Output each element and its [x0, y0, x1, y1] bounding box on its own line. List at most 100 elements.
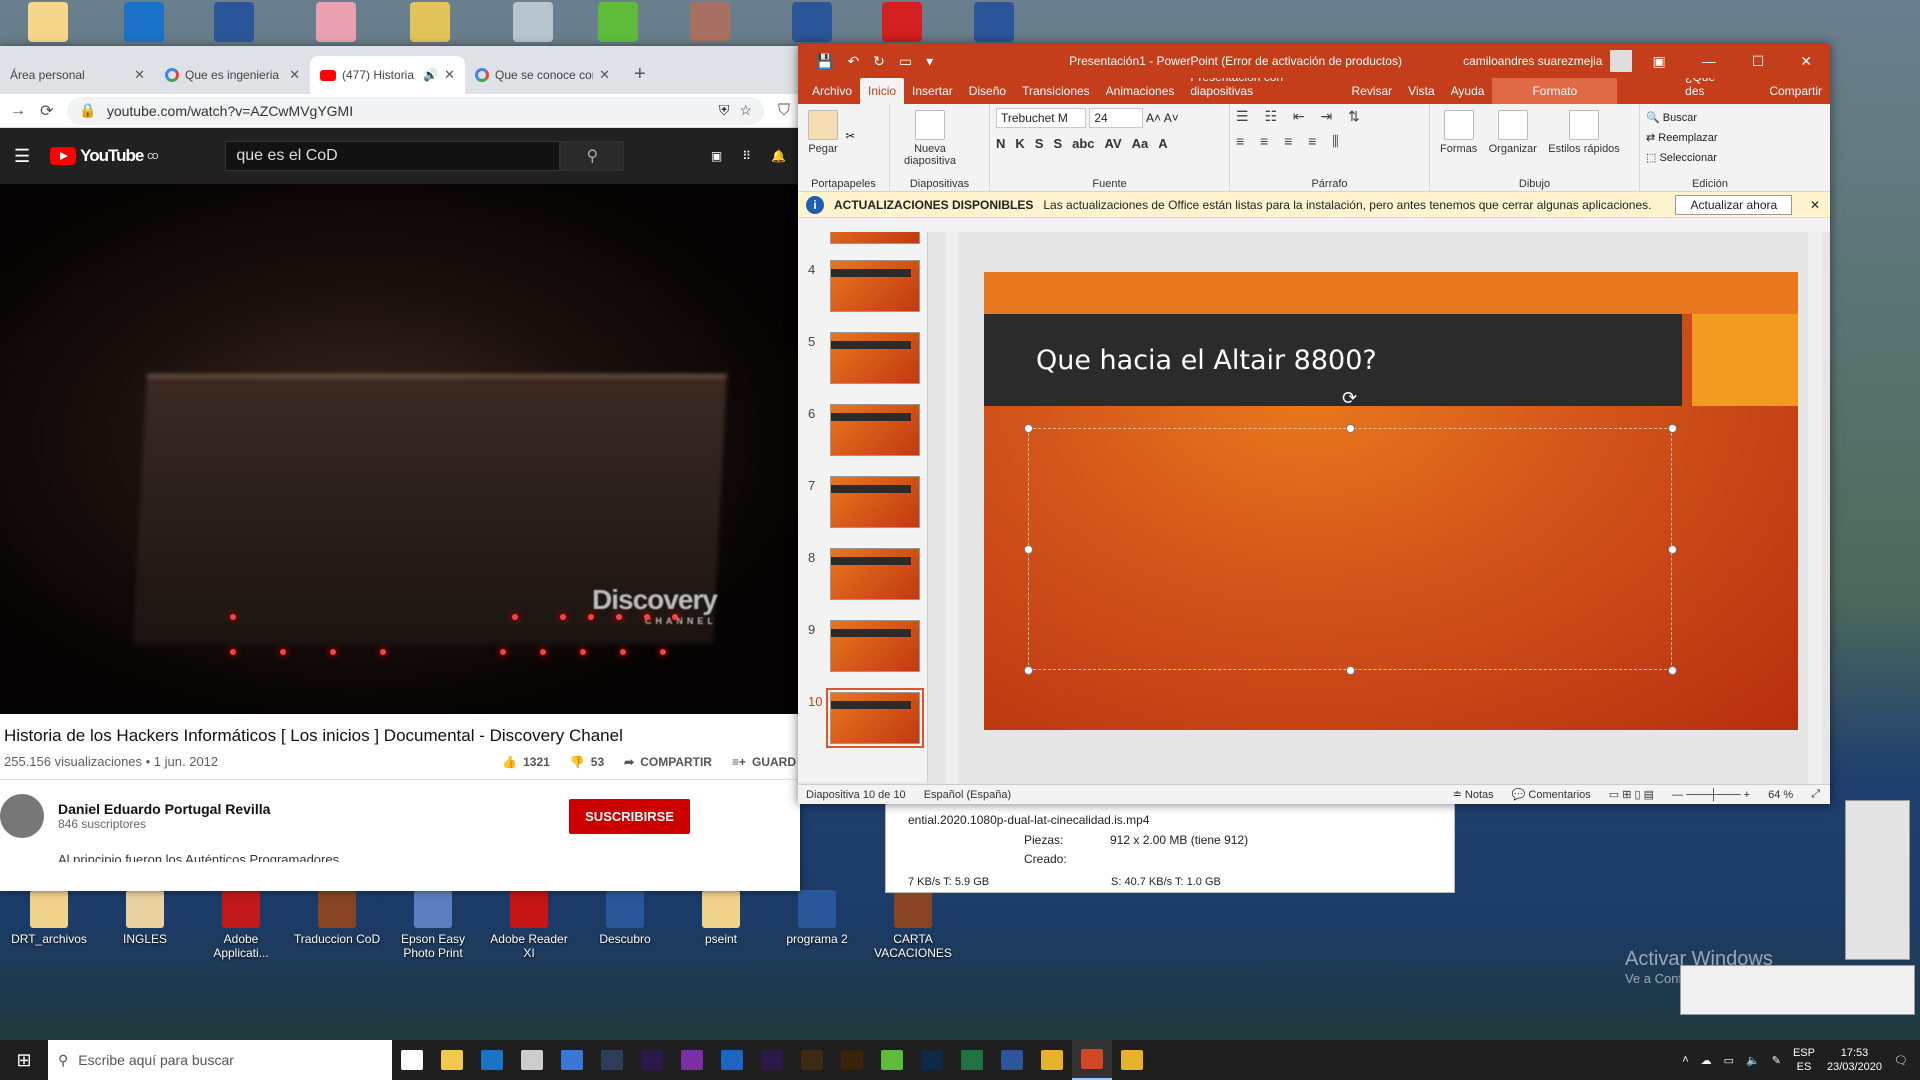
grow-font-icon[interactable]: A˄	[1146, 111, 1161, 125]
find-button[interactable]: 🔍 Buscar	[1646, 108, 1774, 128]
taskbar-app[interactable]	[632, 1040, 672, 1080]
save-button[interactable]: ≡+ GUARD	[732, 755, 796, 769]
font-name-select[interactable]: Trebuchet M	[996, 108, 1086, 128]
taskbar-app[interactable]	[1112, 1040, 1152, 1080]
format-button[interactable]: S	[1053, 136, 1062, 151]
thumbnail-scrollbar[interactable]	[946, 232, 958, 784]
like-button[interactable]: 👍 1321	[502, 755, 550, 769]
slide-thumbnail[interactable]	[808, 232, 920, 247]
photo-icon[interactable]	[316, 2, 356, 42]
customize-icon[interactable]: ▾	[926, 53, 933, 70]
taskbar-app[interactable]	[752, 1040, 792, 1080]
save-icon[interactable]: 💾	[816, 53, 833, 70]
dislike-button[interactable]: 👎 53	[570, 755, 604, 769]
slide-canvas[interactable]: Que hacia el Altair 8800? ⟳	[984, 272, 1798, 730]
taskbar-app[interactable]	[792, 1040, 832, 1080]
desktop-icon[interactable]: Adobe Applicati...	[196, 890, 286, 960]
new-tab-button[interactable]: +	[634, 63, 646, 86]
youtube-logo[interactable]: YouTube CO	[50, 146, 158, 166]
slide-thumbnail[interactable]: 4	[808, 260, 920, 315]
format-button[interactable]: abc	[1072, 136, 1094, 151]
desktop-icon[interactable]: pseint	[676, 890, 766, 946]
resize-handle[interactable]	[1024, 666, 1033, 675]
close-tab-icon[interactable]: ✕	[134, 67, 145, 83]
sq-icon[interactable]	[410, 2, 450, 42]
taskbar-search-input[interactable]: ⚲ Escribe aquí para buscar	[48, 1040, 392, 1080]
taskbar-app[interactable]	[1032, 1040, 1072, 1080]
minimize-icon[interactable]: —	[1702, 53, 1716, 70]
ribbon-display-icon[interactable]: ▣	[1652, 53, 1665, 70]
close-tab-icon[interactable]: ✕	[444, 67, 455, 83]
zoom-slider[interactable]: — ───┼─── +	[1672, 789, 1750, 801]
action-center-icon[interactable]: 🗨	[1894, 1054, 1908, 1067]
youtube-search-input[interactable]: que es el CoD	[225, 141, 561, 171]
slide-thumbnail[interactable]: 9	[808, 620, 920, 675]
notes-button[interactable]: ≐ Notas	[1453, 788, 1494, 801]
language-status[interactable]: Español (España)	[924, 789, 1011, 801]
desktop-icon[interactable]: DRT_archivos	[4, 890, 94, 946]
select-button[interactable]: ⬚ Seleccionar	[1646, 148, 1774, 168]
taskbar-app[interactable]	[832, 1040, 872, 1080]
ribbon-tab[interactable]: Vista	[1400, 84, 1442, 104]
channel-avatar[interactable]	[0, 794, 44, 838]
slide-title[interactable]: Que hacia el Altair 8800?	[984, 314, 1682, 406]
ribbon-tab[interactable]: Transiciones	[1014, 84, 1098, 104]
slide-thumbnail[interactable]: 6	[808, 404, 920, 459]
start-slideshow-icon[interactable]: ▭	[899, 53, 912, 70]
taskbar-app[interactable]	[912, 1040, 952, 1080]
format-button[interactable]: A	[1158, 136, 1167, 151]
volume-icon[interactable]: 🔈	[1746, 1054, 1760, 1067]
video-player[interactable]: Discovery CHANNEL	[0, 184, 800, 714]
apps-grid-icon[interactable]: ⠿	[742, 149, 751, 163]
align-buttons[interactable]: ≡ ≡ ≡ ≡ ⫼	[1236, 133, 1423, 150]
slide-thumbnail[interactable]: 10	[808, 688, 924, 748]
resize-handle[interactable]	[1668, 666, 1677, 675]
windows-start-icon[interactable]: ⊞	[0, 1050, 48, 1071]
channel-name[interactable]: Daniel Eduardo Portugal Revilla	[58, 801, 270, 817]
desktop-icon[interactable]: Adobe Reader XI	[484, 890, 574, 960]
format-button[interactable]: K	[1015, 136, 1024, 151]
slide-scrollbar[interactable]	[1808, 232, 1822, 784]
chevron-up-icon[interactable]: ˄	[1682, 1054, 1688, 1066]
user-account[interactable]: camiloandres suarezmejia	[1463, 50, 1633, 72]
taskbar-app[interactable]	[472, 1040, 512, 1080]
desktop-icon[interactable]: programa 2	[772, 890, 862, 946]
taskbar-app[interactable]	[592, 1040, 632, 1080]
shrink-font-icon[interactable]: A˅	[1164, 111, 1179, 125]
close-infobar-icon[interactable]: ✕	[1810, 198, 1820, 212]
resize-handle[interactable]	[1346, 666, 1355, 675]
taskbar-app[interactable]	[432, 1040, 472, 1080]
tab-youtube[interactable]: (477) Historia de🔊✕	[310, 56, 465, 94]
desktop-icon[interactable]: Traduccion CoD	[292, 890, 382, 946]
share-button[interactable]: ➦ COMPARTIR	[624, 755, 712, 769]
view-buttons[interactable]: ▭ ⊞ ▯ ▤	[1609, 788, 1654, 801]
word-icon[interactable]	[974, 2, 1014, 42]
edge-icon[interactable]	[124, 2, 164, 42]
utorrent-icon[interactable]	[598, 2, 638, 42]
resize-handle[interactable]	[1346, 424, 1355, 433]
tab-google-1[interactable]: Que es ingenieria So✕	[155, 56, 310, 94]
ribbon-tab-format[interactable]: Formato	[1492, 78, 1618, 104]
ribbon-tab[interactable]: Inicio	[860, 78, 905, 104]
tab-area-personal[interactable]: Área personal ✕	[0, 56, 155, 94]
desktop-icon[interactable]: Epson Easy Photo Print	[388, 890, 478, 960]
taskbar-app[interactable]	[952, 1040, 992, 1080]
maximize-icon[interactable]: ☐	[1752, 53, 1765, 70]
rotate-handle-icon[interactable]: ⟳	[1342, 388, 1357, 409]
taskbar-app[interactable]	[992, 1040, 1032, 1080]
taskbar-app[interactable]	[392, 1040, 432, 1080]
close-icon[interactable]: ✕	[1800, 53, 1812, 70]
subscribe-button[interactable]: SUSCRIBIRSE	[569, 798, 690, 834]
ribbon-tab[interactable]: Revisar	[1343, 84, 1400, 104]
clock[interactable]: 17:53 23/03/2020	[1827, 1046, 1882, 1074]
taskbar-app[interactable]	[712, 1040, 752, 1080]
search-icon[interactable]: ⚲	[560, 141, 625, 171]
disk-icon[interactable]	[513, 2, 553, 42]
pdf-icon[interactable]	[882, 2, 922, 42]
ribbon-tab[interactable]: Insertar	[904, 84, 961, 104]
extension-icon[interactable]: ⛨	[719, 102, 730, 119]
ribbon-tab[interactable]: Ayuda	[1443, 84, 1493, 104]
resize-handle[interactable]	[1668, 424, 1677, 433]
desktop-icon[interactable]: INGLES	[100, 890, 190, 946]
ribbon-tab[interactable]: Diseño	[961, 84, 1014, 104]
